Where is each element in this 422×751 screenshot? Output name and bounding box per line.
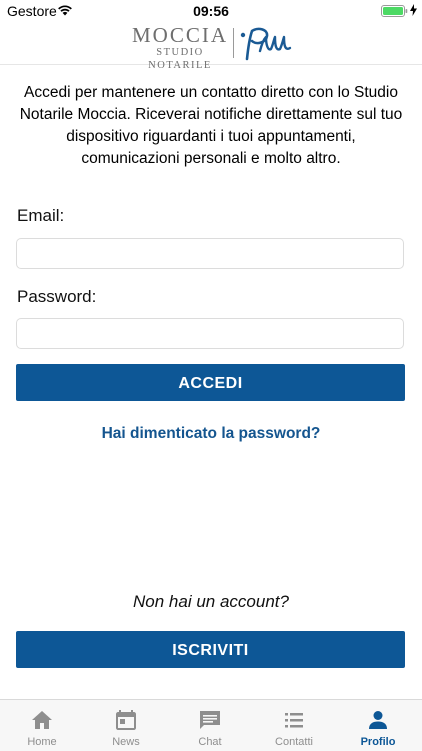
list-icon bbox=[285, 713, 303, 728]
tab-label: News bbox=[112, 736, 140, 748]
chat-icon bbox=[200, 711, 220, 729]
tab-home[interactable]: Home bbox=[0, 700, 84, 751]
email-label: Email: bbox=[17, 206, 65, 225]
tab-news[interactable]: News bbox=[84, 700, 168, 751]
person-icon bbox=[369, 711, 387, 729]
tab-label: Home bbox=[27, 736, 57, 748]
status-bar: Gestore 09:56 bbox=[0, 0, 422, 22]
tab-bar: Home News Chat Contatti Profilo bbox=[0, 699, 422, 751]
home-icon bbox=[32, 711, 52, 729]
logo: MOCCIA STUDIO NOTARILE bbox=[130, 24, 230, 72]
logo-name: MOCCIA bbox=[131, 23, 228, 47]
logo-subtitle: STUDIO NOTARILE bbox=[148, 47, 212, 71]
email-field[interactable] bbox=[16, 238, 404, 269]
tab-label: Chat bbox=[198, 736, 222, 748]
status-time: 09:56 bbox=[193, 3, 229, 19]
tab-contatti[interactable]: Contatti bbox=[252, 700, 336, 751]
tab-profilo[interactable]: Profilo bbox=[336, 700, 420, 751]
tab-chat[interactable]: Chat bbox=[168, 700, 252, 751]
intro-text: Accedi per mantenere un contatto diretto… bbox=[19, 84, 403, 167]
tab-label: Contatti bbox=[275, 736, 313, 748]
logo-monogram-icon bbox=[240, 27, 292, 61]
password-field[interactable] bbox=[16, 318, 404, 349]
app-header: MOCCIA STUDIO NOTARILE bbox=[0, 22, 422, 71]
forgot-password-link[interactable]: Hai dimenticato la password? bbox=[0, 425, 422, 443]
logo-divider bbox=[233, 28, 234, 58]
battery-icon bbox=[381, 5, 408, 17]
password-label: Password: bbox=[17, 287, 97, 306]
signup-button[interactable]: ISCRIVITI bbox=[16, 631, 405, 668]
tab-label: Profilo bbox=[360, 736, 396, 748]
no-account-prompt: Non hai un account? bbox=[133, 592, 289, 611]
login-button[interactable]: ACCEDI bbox=[16, 364, 405, 401]
charging-icon bbox=[410, 4, 417, 16]
calendar-icon bbox=[116, 710, 136, 730]
